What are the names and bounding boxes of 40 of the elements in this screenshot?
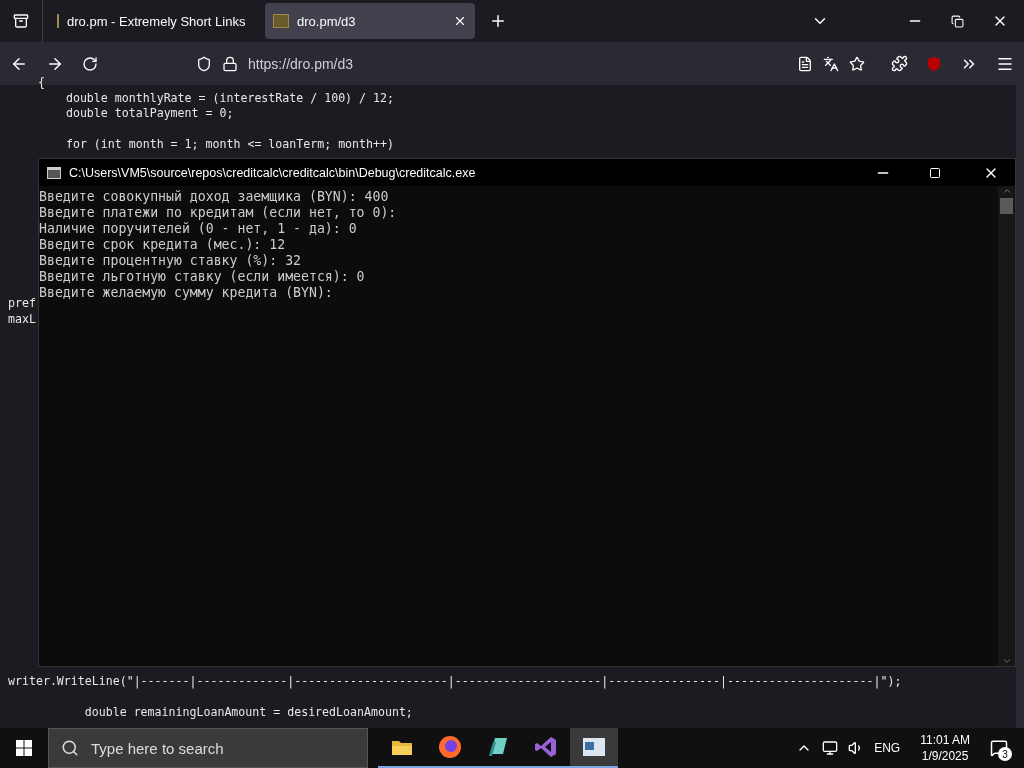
browser-tab[interactable]: dro.pm/d3: [265, 3, 475, 39]
code-line: double monthlyRate = (interestRate / 100) / 12;: [64, 90, 394, 106]
reload-icon[interactable]: [82, 55, 98, 72]
tab-list-icon[interactable]: [13, 13, 29, 29]
network-icon[interactable]: [822, 740, 839, 756]
browser-icon[interactable]: [438, 735, 462, 759]
console-line: Введите срок кредита (мес.): 12: [39, 237, 286, 253]
restore-icon[interactable]: [951, 14, 964, 28]
code-line: writer.WriteLine("|-------|-------------|----------------------|---------------------|----------------|---------------------|");: [8, 674, 902, 690]
new-tab-icon[interactable]: [489, 12, 507, 30]
clock[interactable]: 11:01 AM 1/9/2025: [910, 732, 980, 764]
window-title: C:\Users\VM5\source\repos\creditcalc\creditcalc\bin\Debug\creditcalc.exe: [69, 165, 477, 180]
scrollbar-thumb[interactable]: [1000, 198, 1013, 214]
search-field[interactable]: Type here to search: [48, 728, 368, 768]
browser-tab[interactable]: dro.pm - Extremely Short Links: [49, 3, 259, 39]
start-icon[interactable]: [16, 740, 32, 756]
console-icon: [47, 166, 61, 179]
code-line: pref: [8, 296, 36, 312]
console-line: Наличие поручителей (0 - нет, 1 - да): 0: [39, 221, 357, 237]
console-line: Введите процентную ставку (%): 32: [39, 253, 301, 269]
scroll-up-icon[interactable]: [1001, 186, 1012, 196]
console-line: Введите желаемую сумму кредита (BYN):: [39, 285, 333, 301]
code-line: double remainingLoanAmount = desiredLoanAmount;: [83, 704, 413, 720]
console-line: Введите совокупный доход заемщика (BYN): 400: [39, 189, 389, 205]
close-icon[interactable]: [453, 14, 467, 28]
infinity-icon[interactable]: [534, 735, 558, 759]
scroll-down-icon[interactable]: [1001, 656, 1012, 666]
window-icon[interactable]: [582, 737, 606, 757]
code-line: double totalPayment = 0;: [64, 106, 234, 122]
folder-icon[interactable]: [391, 738, 413, 756]
code-line: for (int month = 1; month <= loanTerm; month++): [64, 136, 394, 152]
console-line: Введите льготную ставку (если имеется): 0: [39, 269, 365, 285]
maximize-icon[interactable]: [929, 166, 941, 179]
console-line: Введите платежи по кредитам (если нет, то 0):: [39, 205, 397, 221]
search-icon: [61, 739, 79, 757]
language-indicator[interactable]: ENG: [874, 741, 901, 755]
code-line: maxL: [8, 311, 36, 327]
code-line: {: [38, 75, 45, 91]
taskbar-app[interactable]: [570, 728, 618, 768]
extensions-icon[interactable]: [891, 55, 908, 72]
